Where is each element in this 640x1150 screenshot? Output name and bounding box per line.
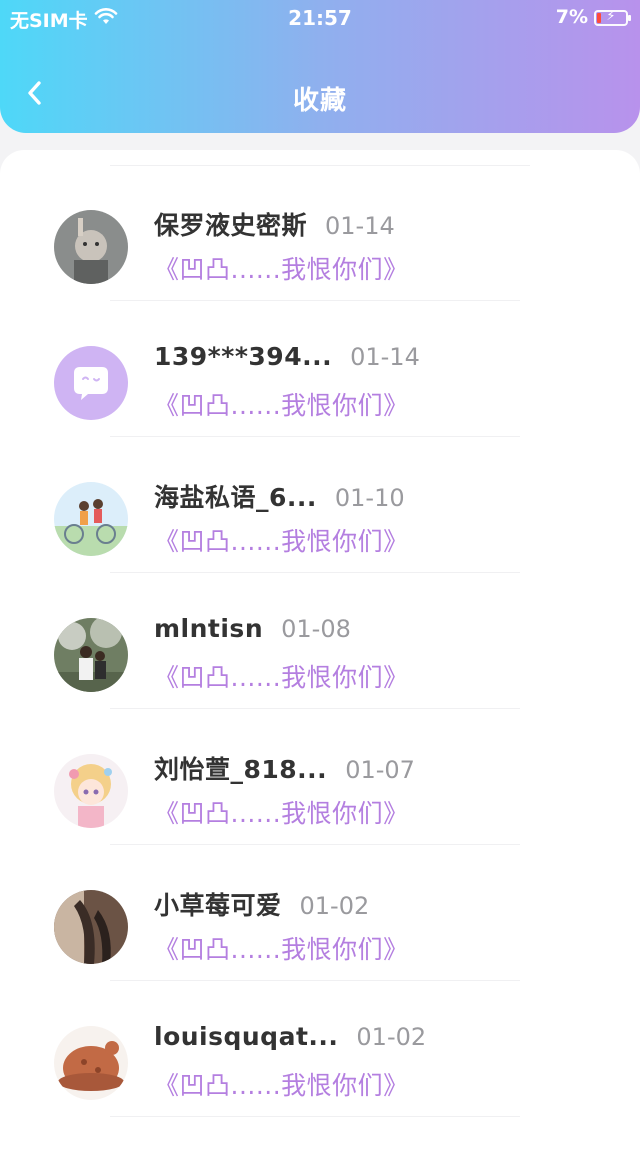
item-date: 01-10 (334, 484, 405, 512)
item-title: 《凹凸......我恨你们》 (154, 935, 409, 964)
item-header: 保罗液史密斯 01-14 (154, 206, 395, 240)
user-name: 刘怡萱_818... (154, 755, 328, 784)
nav-bar: 收藏 (0, 62, 640, 132)
header: 无SIM卡 21:57 7% ⚡ 收藏 (0, 0, 640, 133)
item-header: 刘怡萱_818... 01-07 (154, 750, 415, 784)
list-item[interactable]: 139***394... 01-14 《凹凸......我恨你们》 (0, 286, 640, 437)
status-right: 7% ⚡ (555, 6, 631, 28)
user-name: mlntisn (154, 614, 264, 643)
item-header: louisquqat... 01-02 (154, 1022, 426, 1056)
user-name: 小草莓可爱 (154, 891, 282, 920)
user-name: louisquqat... (154, 1022, 339, 1051)
avatar (54, 1026, 128, 1100)
item-header: 139***394... 01-14 (154, 342, 420, 376)
item-date: 01-14 (325, 212, 395, 240)
user-name: 139***394... (154, 342, 333, 371)
avatar (54, 346, 128, 420)
page-title: 收藏 (292, 86, 347, 116)
item-header: 海盐私语_6... 01-10 (154, 478, 405, 512)
battery-icon: ⚡ (594, 9, 631, 26)
item-title: 《凹凸......我恨你们》 (154, 391, 409, 420)
list-divider (110, 1116, 520, 1117)
battery-percent: 7% (555, 6, 588, 28)
list-item[interactable]: louisquqat... 01-02 《凹凸......我恨你们》 (0, 966, 640, 1117)
list-item[interactable]: 刘怡萱_818... 01-07 《凹凸......我恨你们》 (0, 694, 640, 845)
avatar (54, 890, 128, 964)
list-item[interactable]: 海盐私语_6... 01-10 《凹凸......我恨你们》 (0, 422, 640, 573)
item-date: 01-14 (350, 343, 420, 371)
item-title: 《凹凸......我恨你们》 (154, 527, 409, 556)
item-title: 《凹凸......我恨你们》 (154, 663, 409, 692)
list-item[interactable]: mlntisn 01-08 《凹凸......我恨你们》 (0, 558, 640, 709)
favorites-list: 保罗液史密斯 01-14 《凹凸......我恨你们》 139***394...… (0, 150, 640, 1150)
item-title: 《凹凸......我恨你们》 (154, 255, 409, 284)
item-header: mlntisn 01-08 (154, 614, 351, 648)
user-name: 海盐私语_6... (154, 483, 317, 512)
avatar (54, 754, 128, 828)
item-header: 小草莓可爱 01-02 (154, 886, 369, 920)
item-date: 01-08 (281, 615, 351, 643)
item-date: 01-02 (299, 892, 370, 920)
item-title: 《凹凸......我恨你们》 (154, 799, 409, 828)
user-name: 保罗液史密斯 (154, 211, 308, 240)
item-date: 01-02 (356, 1023, 427, 1051)
list-item[interactable]: 保罗液史密斯 01-14 《凹凸......我恨你们》 (0, 150, 640, 301)
list-item[interactable]: 小草莓可爱 01-02 《凹凸......我恨你们》 (0, 830, 640, 981)
status-bar: 无SIM卡 21:57 7% ⚡ (0, 0, 640, 36)
avatar (54, 482, 128, 556)
avatar (54, 210, 128, 284)
item-title: 《凹凸......我恨你们》 (154, 1071, 409, 1100)
avatar (54, 618, 128, 692)
status-time: 21:57 (288, 6, 352, 30)
item-date: 01-07 (345, 756, 415, 784)
